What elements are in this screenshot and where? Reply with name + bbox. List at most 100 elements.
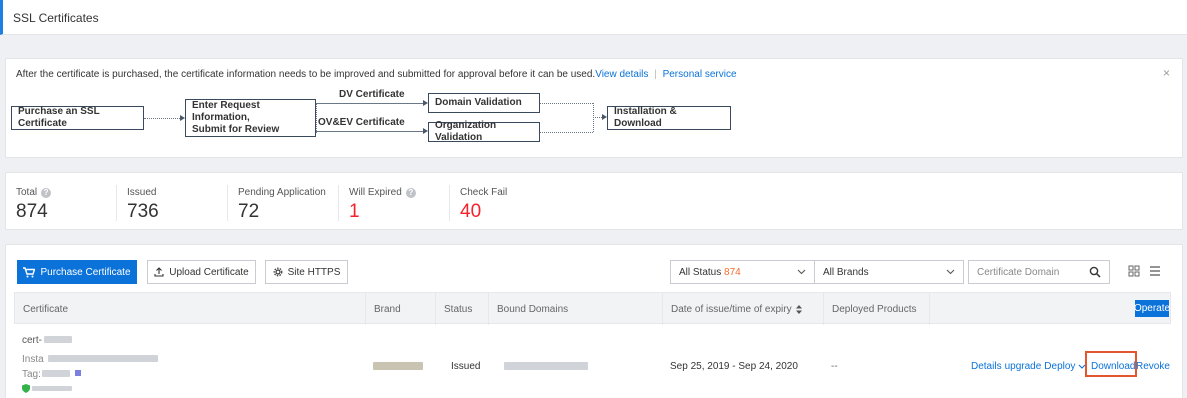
help-icon[interactable]: ? [405, 187, 416, 198]
upload-certificate-label: Upload Certificate [169, 266, 249, 278]
notice-text-row: After the certificate is purchased, the … [16, 69, 737, 80]
cert-name[interactable]: cert- [22, 335, 42, 346]
stat-divider [116, 185, 117, 221]
col-date-label: Date of issue/time of expiry [671, 303, 792, 315]
instance-label: Insta [22, 354, 44, 365]
close-icon[interactable]: × [1163, 66, 1170, 80]
flow-purchase-box: Purchase an SSL Certificate [11, 106, 144, 130]
sort-icon[interactable] [795, 304, 803, 314]
stats-panel: Total? 874 Issued 736 Pending Applicatio… [5, 172, 1183, 230]
flow-connector-1 [144, 118, 180, 119]
table-row: cert- Insta Tag: Issued Sep 25, 2019 - S… [14, 324, 1171, 398]
help-icon[interactable]: ? [41, 187, 52, 198]
stat-issued: Issued 736 [127, 187, 159, 223]
stat-check-fail: Check Fail 40 [460, 187, 507, 223]
upgrade-link[interactable]: upgrade [1005, 361, 1042, 372]
row-status: Issued [451, 361, 481, 372]
flow-domain-validation-box: Domain Validation [428, 93, 540, 113]
download-link[interactable]: Download [1091, 361, 1135, 372]
revoke-link[interactable]: Revoke [1136, 361, 1170, 372]
col-date[interactable]: Date of issue/time of expiry [663, 293, 824, 325]
page-header: SSL Certificates [0, 0, 1187, 35]
flow-install-box: Installation & Download [607, 106, 731, 130]
flow-dv-label: DV Certificate [339, 89, 405, 100]
certificate-domain-input[interactable]: Certificate Domain [968, 260, 1081, 284]
certificates-panel: Purchase Certificate Upload Certificate … [5, 244, 1183, 398]
row-dates: Sep 25, 2019 - Sep 24, 2020 [670, 361, 798, 372]
col-bound-domains: Bound Domains [489, 293, 663, 325]
stat-will-expired-value: 1 [349, 201, 360, 222]
upload-icon [154, 267, 164, 277]
stat-check-fail-label: Check Fail [460, 187, 508, 198]
stat-pending-value: 72 [238, 201, 260, 222]
col-certificate: Certificate [15, 293, 366, 325]
redacted-instance [48, 355, 158, 362]
brand-filter-value: All Brands [823, 266, 869, 278]
certificate-domain-placeholder: Certificate Domain [977, 266, 1060, 278]
cart-icon [23, 266, 36, 277]
stat-total-value: 874 [16, 201, 48, 222]
purchase-certificate-button[interactable]: Purchase Certificate [17, 260, 137, 284]
flow-dv-line [316, 103, 426, 104]
flow-enter-info-line1: Enter Request Information, [192, 100, 260, 123]
flow-merge-out [593, 117, 602, 118]
stat-will-expired: Will Expired? 1 [349, 187, 416, 223]
brand-filter-select[interactable]: All Brands [814, 260, 964, 284]
status-filter-select[interactable]: All Status 874 [670, 260, 815, 284]
flow-org-validation-label: Organization Validation [435, 120, 497, 143]
search-button[interactable] [1080, 260, 1110, 284]
notice-separator: | [654, 69, 657, 80]
flow-purchase-label: Purchase an SSL Certificate [18, 106, 100, 129]
shield-icon [22, 384, 30, 393]
redacted-tag [42, 370, 70, 377]
page-title: SSL Certificates [13, 11, 99, 25]
stat-divider [338, 185, 339, 221]
personal-service-link[interactable]: Personal service [663, 69, 737, 80]
stat-issued-label: Issued [127, 187, 157, 198]
flow-domain-validation-label: Domain Validation [435, 97, 522, 108]
stat-issued-value: 736 [127, 201, 159, 222]
site-https-label: Site HTTPS [287, 266, 341, 278]
tag-label: Tag: [22, 369, 41, 380]
col-operate: Operate [1134, 300, 1170, 317]
chevron-down-icon [946, 269, 955, 275]
col-status: Status [436, 293, 489, 325]
view-details-link[interactable]: View details [595, 69, 648, 80]
flow-merge-bottom [540, 132, 593, 133]
stat-divider [227, 185, 228, 221]
redacted-brand [373, 362, 423, 370]
search-icon [1089, 266, 1101, 278]
status-count: 874 [724, 266, 741, 278]
flow-merge-top [540, 103, 593, 104]
notice-text: After the certificate is purchased, the … [16, 69, 596, 80]
tag-color-icon [75, 370, 81, 376]
flow-enter-info-line2: Submit for Review [192, 124, 280, 135]
col-brand: Brand [366, 293, 436, 325]
table-header: Certificate Brand Status Bound Domains D… [14, 292, 1171, 325]
row-deployed: -- [831, 361, 838, 372]
col-deployed-products: Deployed Products [824, 293, 930, 325]
redacted-bound-domains [504, 362, 588, 370]
site-https-button[interactable]: Site HTTPS [265, 260, 348, 284]
grid-view-icon[interactable] [1128, 265, 1140, 280]
flow-org-validation-box: Organization Validation [428, 120, 540, 143]
purchase-certificate-label: Purchase Certificate [40, 266, 131, 278]
flow-ov-line [316, 131, 426, 132]
stat-will-expired-label: Will Expired [349, 187, 402, 198]
gear-icon [273, 267, 282, 277]
flow-ovev-label: OV&EV Certificate [318, 117, 405, 128]
stat-pending: Pending Application 72 [238, 187, 326, 223]
redacted-domain [32, 386, 72, 391]
list-view-icon[interactable] [1149, 265, 1161, 280]
upload-certificate-button[interactable]: Upload Certificate [147, 260, 256, 284]
row-actions: Details upgrade Deploy [971, 361, 1086, 372]
redacted-cert-id [44, 336, 72, 343]
flow-enter-info-box: Enter Request Information, Submit for Re… [185, 99, 316, 137]
stat-check-fail-value: 40 [460, 201, 482, 222]
deploy-link[interactable]: Deploy [1044, 361, 1075, 372]
chevron-down-icon [797, 269, 806, 275]
status-filter-value: All Status 874 [679, 266, 741, 278]
flow-branch-line [316, 103, 317, 133]
stat-divider [449, 185, 450, 221]
details-link[interactable]: Details [971, 361, 1002, 372]
